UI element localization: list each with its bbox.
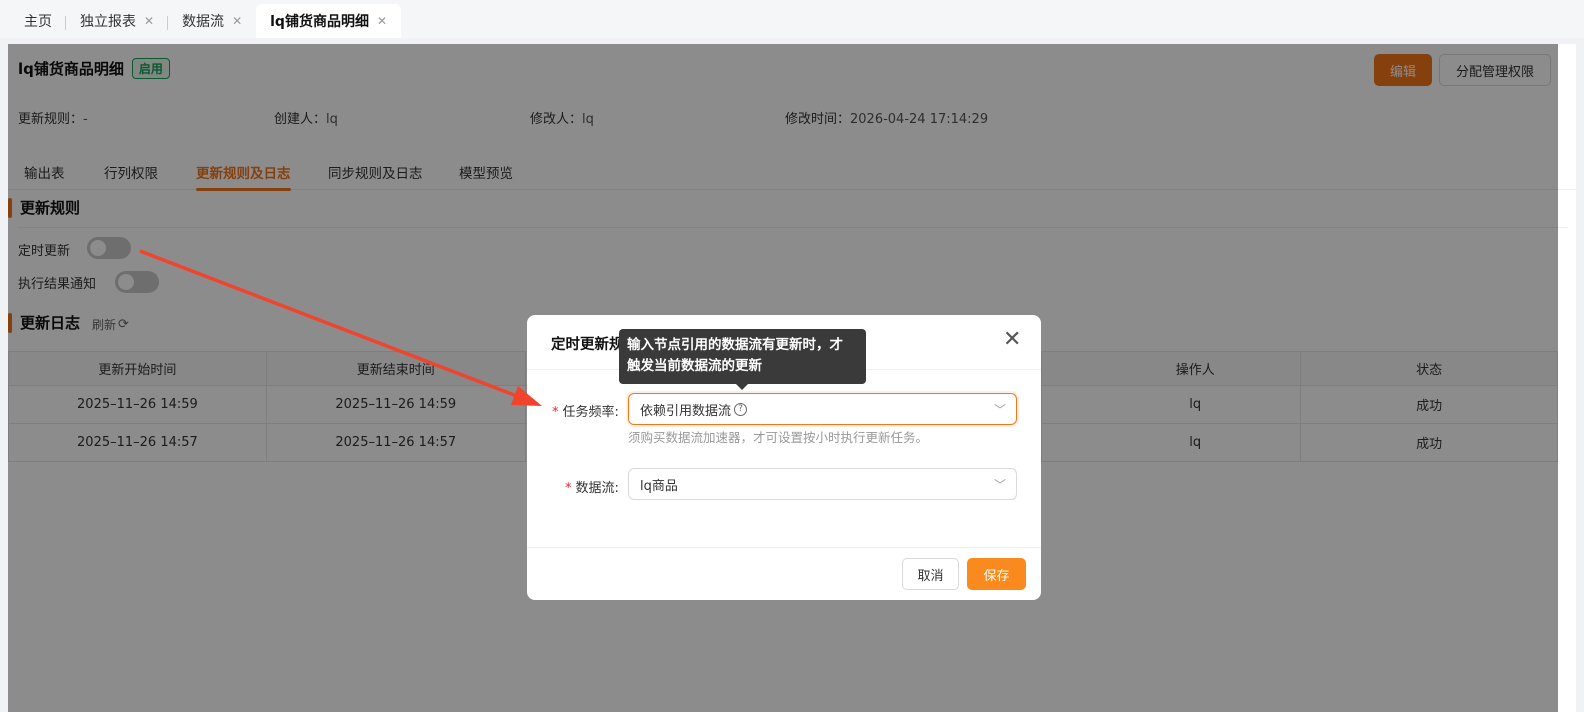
- cancel-button[interactable]: 取消: [902, 558, 959, 590]
- task-frequency-label: * 任务频率:: [552, 401, 619, 420]
- close-icon[interactable]: ✕: [1003, 329, 1021, 351]
- help-tooltip: 输入节点引用的数据流有更新时，才 触发当前数据流的更新: [619, 329, 866, 390]
- question-circle-icon[interactable]: ?: [734, 402, 748, 416]
- required-mark: *: [565, 481, 572, 496]
- tab-label: 数据流: [182, 14, 225, 30]
- selected-value: lq商品: [640, 478, 678, 494]
- tab-label: 主页: [24, 14, 52, 30]
- selected-value: 依赖引用数据流: [640, 403, 732, 419]
- label-text: 数据流:: [575, 481, 619, 496]
- chevron-down-icon: ﹀: [993, 403, 1006, 417]
- divider: [527, 547, 1041, 548]
- close-icon[interactable]: ✕: [232, 14, 242, 28]
- chevron-down-icon: ﹀: [993, 478, 1006, 492]
- required-mark: *: [552, 405, 559, 420]
- tab-label: lq铺货商品明细: [270, 14, 369, 30]
- close-icon[interactable]: ✕: [377, 14, 387, 28]
- close-icon[interactable]: ✕: [144, 14, 154, 28]
- dataflow-label: * 数据流:: [565, 477, 619, 496]
- tab-standalone-report[interactable]: 独立报表 ✕: [66, 4, 169, 38]
- tab-dataflow[interactable]: 数据流 ✕: [168, 4, 256, 38]
- tab-home[interactable]: 主页: [10, 4, 66, 38]
- frequency-hint: 须购买数据流加速器，才可设置按小时执行更新任务。: [628, 430, 929, 445]
- tab-lq-product-detail[interactable]: lq铺货商品明细 ✕: [256, 4, 402, 38]
- save-button[interactable]: 保存: [967, 558, 1026, 590]
- dataflow-select[interactable]: lq商品 ﹀: [628, 468, 1017, 500]
- task-frequency-select[interactable]: 依赖引用数据流 ? ﹀: [628, 393, 1017, 425]
- tooltip-line: 触发当前数据流的更新: [627, 358, 762, 374]
- label-text: 任务频率:: [562, 405, 619, 420]
- tab-bar: 主页 独立报表 ✕ 数据流 ✕ lq铺货商品明细 ✕: [0, 0, 1584, 38]
- tab-label: 独立报表: [80, 14, 136, 30]
- tooltip-line: 输入节点引用的数据流有更新时，才: [627, 337, 843, 353]
